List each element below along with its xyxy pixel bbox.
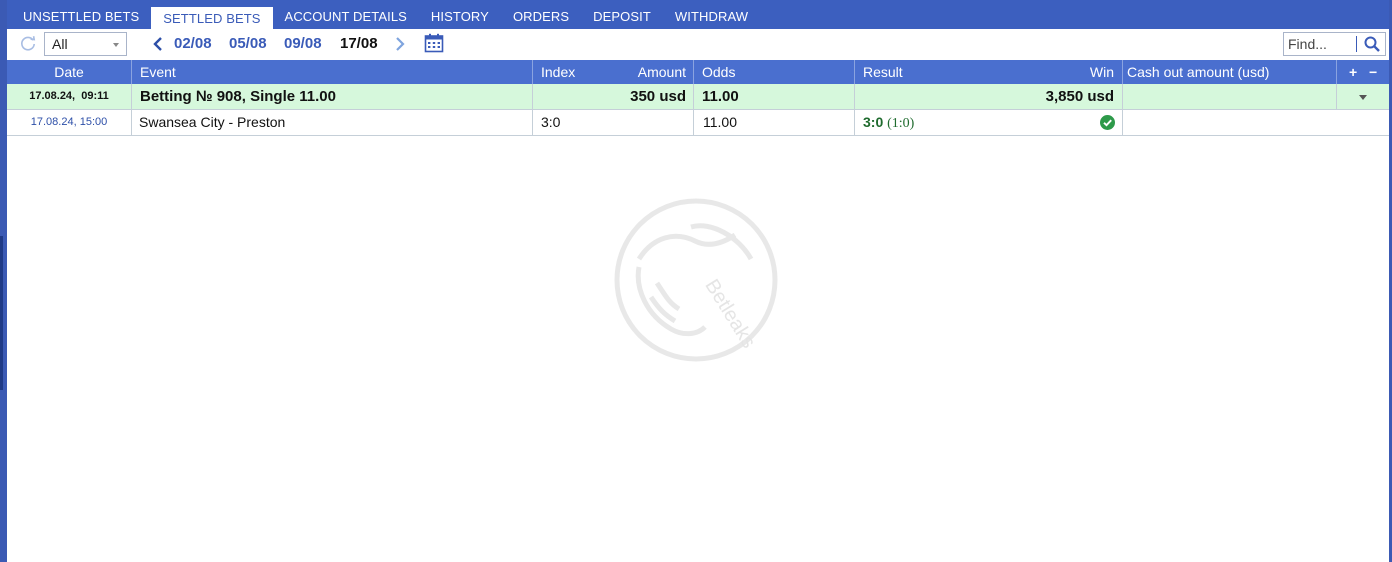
chevron-right-icon[interactable] <box>395 36 405 52</box>
date-link-current[interactable]: 17/08 <box>340 35 378 52</box>
event-index: 3:0 <box>533 110 694 135</box>
tab-history[interactable]: HISTORY <box>419 3 501 29</box>
bet-date-day: 17.08.24, <box>29 90 76 102</box>
bet-date: 17.08.24, 09:11 <box>7 84 132 109</box>
tab-account-details[interactable]: ACCOUNT DETAILS <box>273 3 419 29</box>
find-input[interactable] <box>1284 33 1354 55</box>
tab-deposit[interactable]: DEPOSIT <box>581 3 663 29</box>
settled-bets-table: Date Event Index Amount Odds Result Win … <box>7 60 1389 562</box>
header-win[interactable]: Win <box>1090 60 1114 84</box>
find-box <box>1283 32 1386 56</box>
bet-win: 3,850 usd <box>855 84 1123 109</box>
filter-select[interactable]: All <box>44 32 127 56</box>
bet-row[interactable]: 17.08.24, 09:11 Betting № 908, Single 11… <box>7 84 1389 110</box>
date-link-0208[interactable]: 02/08 <box>174 35 212 52</box>
header-amount[interactable]: Amount <box>638 60 686 84</box>
event-date-time: 15:00 <box>79 116 108 128</box>
toolbar: All 02/08 05/08 09/08 17/08 <box>7 29 1389 60</box>
event-odds: 11.00 <box>694 110 855 135</box>
watermark-text: Betleaks <box>700 275 759 352</box>
tab-withdraw[interactable]: WITHDRAW <box>663 3 760 29</box>
refresh-icon[interactable] <box>19 35 37 53</box>
bet-amount: 350 usd <box>533 84 694 109</box>
calendar-icon[interactable] <box>424 33 444 53</box>
bet-title: Betting № 908, Single 11.00 <box>132 84 533 109</box>
header-expand-controls: + − <box>1337 60 1389 84</box>
event-half-score: (1:0) <box>887 116 915 131</box>
event-score: 3:0 <box>863 114 884 130</box>
expand-all-button[interactable]: + <box>1349 60 1357 84</box>
header-result-win: Result Win <box>855 60 1123 84</box>
tab-settled-bets[interactable]: SETTLED BETS <box>151 7 273 29</box>
event-date-day: 17.08.24, <box>30 116 77 128</box>
left-edge <box>0 0 7 562</box>
header-index-amount: Index Amount <box>533 60 694 84</box>
tab-bar: UNSETTLED BETS SETTLED BETS ACCOUNT DETA… <box>7 3 760 29</box>
left-edge-mark <box>0 236 3 390</box>
expand-bet-icon[interactable] <box>1359 95 1367 100</box>
chevron-down-icon <box>113 43 119 47</box>
header-date[interactable]: Date <box>7 60 132 84</box>
header-index[interactable]: Index <box>541 60 575 84</box>
header-cashout[interactable]: Cash out amount (usd) <box>1123 60 1337 84</box>
date-link-0508[interactable]: 05/08 <box>229 35 267 52</box>
event-date: 17.08.24, 15:00 <box>7 110 132 135</box>
filter-select-value: All <box>52 36 68 52</box>
bet-date-time: 09:11 <box>81 90 109 102</box>
betleaks-watermark-logo: Betleaks <box>614 198 778 362</box>
bet-cashout <box>1123 84 1337 109</box>
bet-odds: 11.00 <box>694 84 855 109</box>
find-divider <box>1356 36 1357 52</box>
table-header: Date Event Index Amount Odds Result Win … <box>7 60 1389 84</box>
chevron-left-icon[interactable] <box>153 36 163 52</box>
app-frame: UNSETTLED BETS SETTLED BETS ACCOUNT DETA… <box>0 0 1392 562</box>
search-icon[interactable] <box>1363 35 1381 53</box>
header-result[interactable]: Result <box>863 60 903 84</box>
header-odds[interactable]: Odds <box>694 60 855 84</box>
tab-unsettled-bets[interactable]: UNSETTLED BETS <box>7 3 151 29</box>
event-cashout <box>1123 110 1389 135</box>
win-check-icon <box>1100 115 1115 130</box>
event-name[interactable]: Swansea City - Preston <box>132 110 533 135</box>
date-link-0908[interactable]: 09/08 <box>284 35 322 52</box>
collapse-all-button[interactable]: − <box>1369 60 1377 84</box>
event-result: 3:0 (1:0) <box>855 110 1123 135</box>
event-row: 17.08.24, 15:00 Swansea City - Preston 3… <box>7 110 1389 136</box>
tab-orders[interactable]: ORDERS <box>501 3 581 29</box>
header-event[interactable]: Event <box>132 60 533 84</box>
